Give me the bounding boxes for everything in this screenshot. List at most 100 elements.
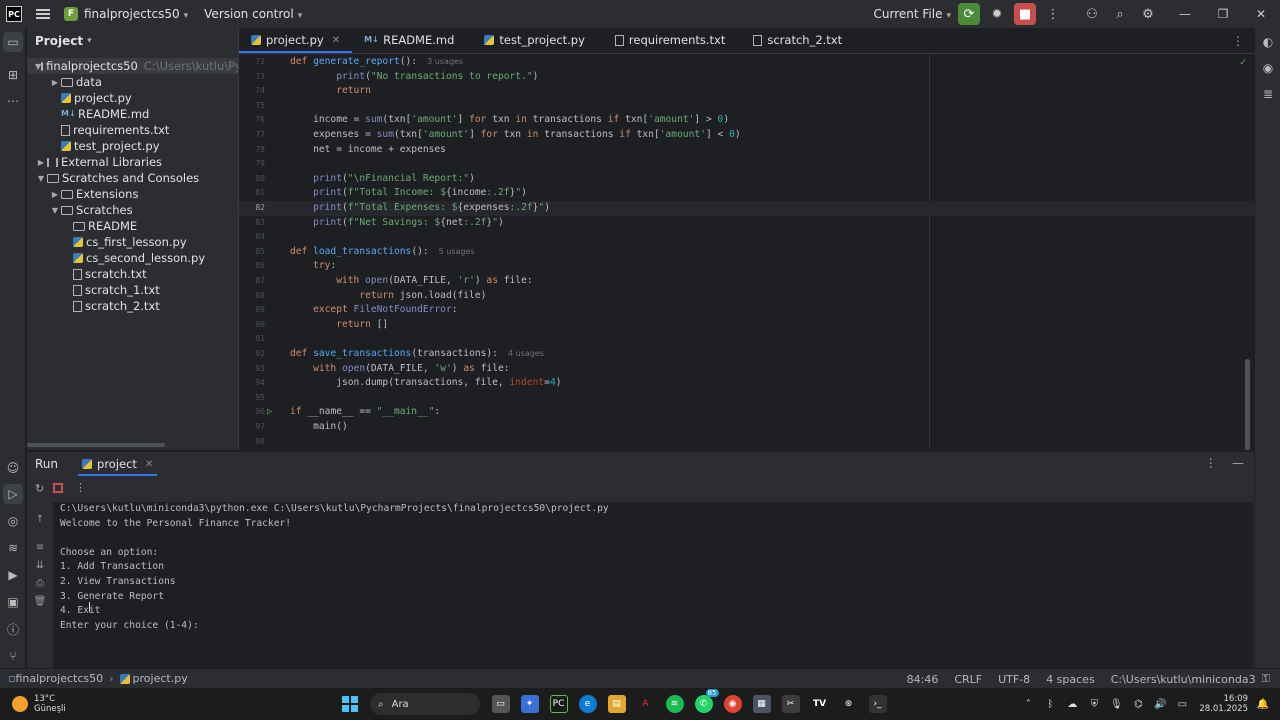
project-badge[interactable]: F <box>64 7 78 21</box>
database-icon[interactable]: ≣ <box>1258 84 1278 104</box>
terminal-app-icon[interactable]: ›_ <box>868 695 887 713</box>
rerun-button[interactable]: ⟳ <box>958 3 980 25</box>
usages-hint[interactable]: 3 usages <box>427 57 463 66</box>
structure-icon[interactable]: ⊞ <box>3 65 23 85</box>
tab-readme[interactable]: M↓ README.md <box>352 27 466 53</box>
tree-item-scratches[interactable]: ▼ Scratches <box>27 202 238 218</box>
minimize-button[interactable]: — <box>1166 0 1204 28</box>
console-output[interactable]: C:\Users\kutlu\miniconda3\python.exe C:\… <box>53 502 1253 669</box>
tree-item-extensions[interactable]: ▶ Extensions <box>27 186 238 202</box>
weather-widget[interactable]: 13°C Güneşli <box>12 694 66 714</box>
terminal-icon[interactable]: ▣ <box>3 592 23 612</box>
git-icon[interactable]: ⑂ <box>3 646 23 666</box>
editor-vertical-scrollbar[interactable] <box>1245 359 1250 450</box>
python-interpreter[interactable]: C:\Users\kutlu\miniconda3 <box>1111 673 1256 686</box>
project-folder-icon[interactable]: ▭ <box>3 32 23 52</box>
indent-setting[interactable]: 4 spaces <box>1046 673 1095 686</box>
up-arrow-icon[interactable]: ↑ <box>33 512 47 526</box>
chatgpt-icon[interactable]: ⊛ <box>840 695 858 713</box>
microphone-icon[interactable]: 🎙 <box>1109 697 1123 711</box>
code-area[interactable]: ✓ 72 def generate_report(): 3 usages 73 pr… <box>239 55 1254 450</box>
more-tools-icon[interactable]: ⋯ <box>3 91 23 111</box>
tree-item-external-libraries[interactable]: ▶ External Libraries <box>27 154 238 170</box>
caret-position[interactable]: 84:46 <box>907 673 939 686</box>
add-user-icon[interactable]: ⚇ <box>1081 3 1103 25</box>
maximize-button[interactable]: ❐ <box>1204 0 1242 28</box>
notification-bell-icon[interactable]: 🔔 <box>1256 697 1270 711</box>
tab-requirements[interactable]: requirements.txt <box>603 27 737 53</box>
tree-item-scratch-1[interactable]: scratch_1.txt <box>27 282 238 298</box>
print-icon[interactable]: ⎙ <box>33 576 47 590</box>
tree-item-scratch-readme[interactable]: README <box>27 218 238 234</box>
project-horizontal-scrollbar[interactable] <box>27 443 165 447</box>
tabs-more-icon[interactable]: ⋮ <box>1232 34 1244 48</box>
security-icon[interactable]: ⛨ <box>1087 697 1101 711</box>
line-separator[interactable]: CRLF <box>954 673 982 686</box>
tree-item-requirements[interactable]: requirements.txt <box>27 122 238 138</box>
run-config-selector[interactable]: Current File ▾ <box>874 7 952 21</box>
run-gutter-icon[interactable]: ▷ <box>267 405 272 420</box>
usages-hint[interactable]: 4 usages <box>508 349 544 358</box>
snipping-tool-icon[interactable]: ✂ <box>781 695 800 713</box>
problems-icon[interactable]: ⓘ <box>3 619 23 639</box>
notifications-icon[interactable]: ◐ <box>1258 32 1278 52</box>
tree-item-cs-second-lesson[interactable]: cs_second_lesson.py <box>27 250 238 266</box>
search-icon[interactable]: ⌕ <box>1109 3 1131 25</box>
vcs-menu[interactable]: Version control ▾ <box>204 7 302 21</box>
breadcrumb-file[interactable]: project.py <box>133 672 188 685</box>
tree-item-scratch-txt[interactable]: scratch.txt <box>27 266 238 282</box>
layers-icon[interactable]: ≋ <box>3 538 23 558</box>
windows-start-icon[interactable] <box>341 695 359 713</box>
tree-item-data[interactable]: ▶ data <box>27 74 238 90</box>
whatsapp-icon[interactable]: ✆ 85 <box>694 689 719 713</box>
onedrive-icon[interactable]: ☁ <box>1065 697 1079 711</box>
pycharm-app-icon[interactable]: PC <box>549 695 568 713</box>
python-packages-icon[interactable]: ☺ <box>3 458 23 478</box>
usages-hint[interactable]: 5 usages <box>439 247 475 256</box>
trash-icon[interactable]: 🗑 <box>33 594 47 608</box>
run-tab-project[interactable]: project ✕ <box>77 452 158 476</box>
tradingview-icon[interactable]: TV <box>811 695 829 713</box>
network-icon[interactable]: ⌬ <box>1131 697 1145 711</box>
tree-item-scratch-2[interactable]: scratch_2.txt <box>27 298 238 314</box>
run-panel-title[interactable]: Run <box>35 457 58 471</box>
tree-item-root[interactable]: ▼ finalprojectcs50 C:\Users\kutlu\Pychar… <box>27 58 238 74</box>
file-explorer-icon[interactable]: ▤ <box>607 695 626 713</box>
stop-button[interactable]: ■ <box>1014 3 1036 25</box>
close-tab-icon[interactable]: ✕ <box>145 459 153 470</box>
project-panel-header[interactable]: Project ▾ <box>27 28 238 54</box>
rerun-icon[interactable]: ↻ <box>35 482 44 495</box>
chevron-right-icon[interactable]: ▶ <box>49 190 61 199</box>
tree-item-test-project[interactable]: test_project.py <box>27 138 238 154</box>
chevron-right-icon[interactable]: ▶ <box>49 78 61 87</box>
tab-scratch-2[interactable]: scratch_2.txt <box>741 27 854 53</box>
acrobat-icon[interactable]: A <box>637 695 655 713</box>
settings-gear-icon[interactable]: ⚙ <box>1137 3 1159 25</box>
chrome-icon[interactable]: ◉ <box>723 695 742 713</box>
tab-project-py[interactable]: project.py ✕ <box>239 27 353 53</box>
run-tool-icon[interactable]: ▷ <box>3 484 23 504</box>
project-switcher[interactable]: finalprojectcs50 ▾ <box>84 7 188 21</box>
console-input-prompt[interactable]: Enter your choice (1-4): <box>60 619 199 634</box>
close-button[interactable]: ✕ <box>1242 0 1280 28</box>
scroll-to-end-icon[interactable]: ⇊ <box>33 558 47 572</box>
clock[interactable]: 16:09 28.01.2025 <box>1199 694 1248 714</box>
close-tab-icon[interactable]: ✕ <box>332 35 340 46</box>
tray-overflow-icon[interactable]: ˄ <box>1021 697 1035 711</box>
soft-wrap-icon[interactable]: ≡ <box>33 540 47 554</box>
chevron-down-icon[interactable]: ▼ <box>35 174 47 183</box>
copilot-icon[interactable]: ✦ <box>520 695 539 713</box>
more-actions-icon[interactable]: ⋮ <box>1042 3 1064 25</box>
tab-test-project[interactable]: test_project.py <box>472 27 597 53</box>
stop-icon[interactable] <box>53 483 63 493</box>
chevron-down-icon[interactable]: ▼ <box>49 206 61 215</box>
ai-assistant-icon[interactable]: ◉ <box>1258 58 1278 78</box>
lock-icon[interactable]: ⚿ <box>1262 672 1270 686</box>
main-menu-icon[interactable] <box>36 9 50 19</box>
services-icon[interactable]: ▶ <box>3 565 23 585</box>
taskbar-search[interactable]: ⌕ Ara <box>370 693 480 715</box>
tree-item-project-py[interactable]: project.py <box>27 90 238 106</box>
calculator-icon[interactable]: ▦ <box>752 695 771 713</box>
tree-item-readme[interactable]: M↓ README.md <box>27 106 238 122</box>
chevron-right-icon[interactable]: ▶ <box>35 158 47 167</box>
